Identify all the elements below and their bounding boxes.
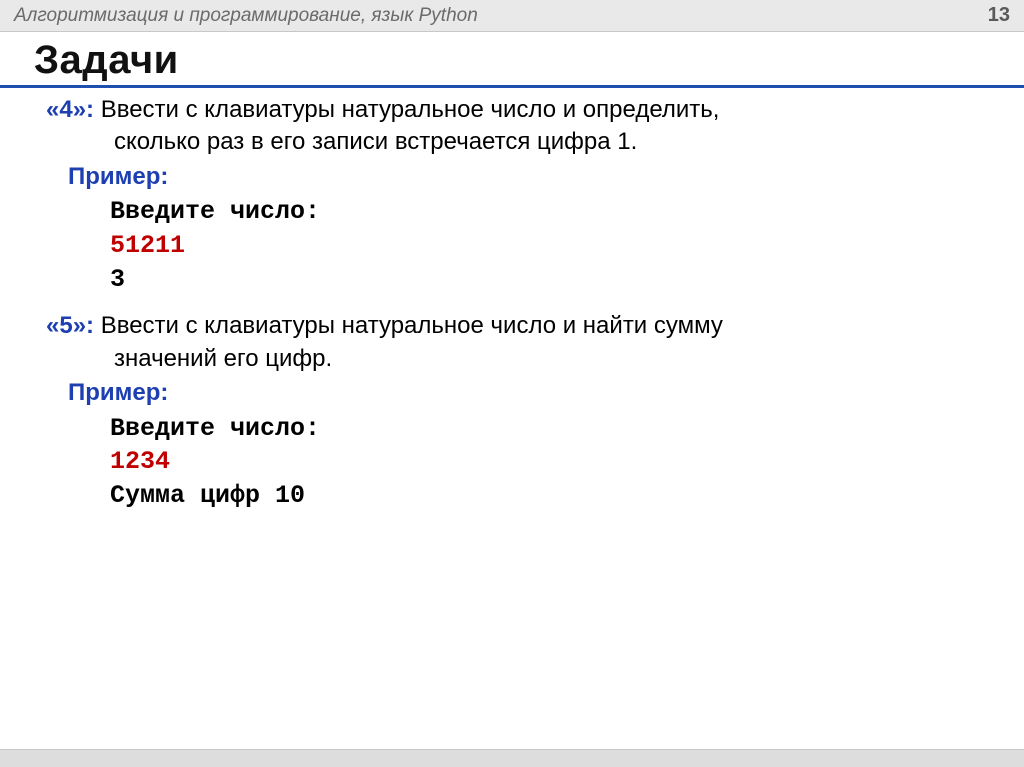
slide-page: Алгоритмизация и программирование, язык … xyxy=(0,0,1024,767)
task-first-line: «5»: Ввести с клавиатуры натуральное чис… xyxy=(46,310,984,342)
code-prompt: Введите число: xyxy=(110,197,320,226)
code-output: 3 xyxy=(110,265,125,294)
slide-footer xyxy=(0,749,1024,767)
code-input: 51211 xyxy=(110,231,185,260)
slide-content: Задачи «4»: Ввести с клавиатуры натураль… xyxy=(0,32,1024,749)
slide-title: Задачи xyxy=(0,38,1024,88)
task-desc-line1: Ввести с клавиатуры натуральное число и … xyxy=(101,312,723,339)
code-output: Сумма цифр 10 xyxy=(110,481,305,510)
slide-header: Алгоритмизация и программирование, язык … xyxy=(0,0,1024,32)
page-number: 13 xyxy=(988,4,1010,27)
task-grade: «5»: xyxy=(46,312,94,339)
code-prompt: Введите число: xyxy=(110,414,320,443)
task-block: «4»: Ввести с клавиатуры натуральное чис… xyxy=(46,94,984,296)
task-desc-line2: значений его цифр. xyxy=(46,343,984,375)
header-subject: Алгоритмизация и программирование, язык … xyxy=(14,5,478,27)
task-grade: «4»: xyxy=(46,96,94,123)
example-code: Введите число: 51211 3 xyxy=(46,195,984,296)
task-block: «5»: Ввести с клавиатуры натуральное чис… xyxy=(46,310,984,512)
task-desc-line2: сколько раз в его записи встречается циф… xyxy=(46,126,984,158)
code-input: 1234 xyxy=(110,447,170,476)
task-first-line: «4»: Ввести с клавиатуры натуральное чис… xyxy=(46,94,984,126)
example-label: Пример: xyxy=(46,161,984,193)
slide-body: «4»: Ввести с клавиатуры натуральное чис… xyxy=(0,94,1024,513)
example-code: Введите число: 1234 Сумма цифр 10 xyxy=(46,412,984,513)
example-label: Пример: xyxy=(46,377,984,409)
task-desc-line1: Ввести с клавиатуры натуральное число и … xyxy=(101,96,720,123)
